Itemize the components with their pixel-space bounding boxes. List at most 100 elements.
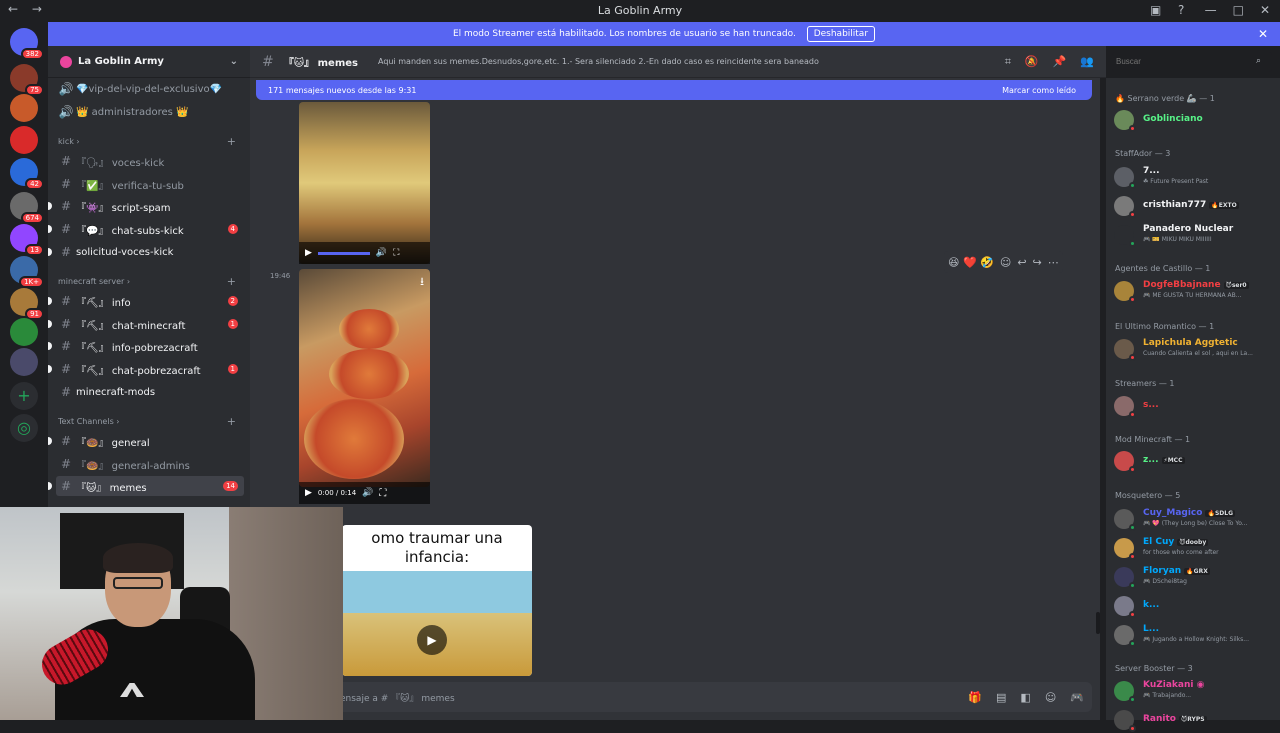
close-window-icon[interactable]: ✕ bbox=[1260, 3, 1270, 17]
channel-chat-minecraft[interactable]: # 『⛏』 chat-minecraft 1 bbox=[48, 314, 244, 334]
member-name: Floryan 🔥GRX bbox=[1143, 566, 1210, 576]
minimize-icon[interactable]: — bbox=[1205, 3, 1217, 17]
emoji-icon[interactable]: ☺ bbox=[1045, 691, 1056, 704]
volume-icon[interactable]: 🔊 bbox=[362, 488, 373, 498]
server-icon[interactable] bbox=[10, 318, 38, 346]
channel-admins[interactable]: 🔊 👑 administradores 👑 bbox=[56, 102, 244, 122]
server-icon[interactable] bbox=[10, 94, 38, 122]
disable-button[interactable]: Deshabilitar bbox=[806, 26, 876, 42]
sticker-icon[interactable]: ◧ bbox=[1020, 691, 1030, 704]
channel-topic[interactable]: Aqui manden sus memes.Desnudos,gore,etc.… bbox=[378, 57, 819, 66]
fullscreen-icon[interactable]: ⛶ bbox=[379, 488, 386, 499]
category-kick[interactable]: kick › + bbox=[58, 135, 242, 149]
member-group: Mosquetero — 5 bbox=[1115, 491, 1181, 500]
member-item[interactable]: KuZiakani ◉ 🎮 Trabajando... bbox=[1114, 678, 1274, 704]
pin-icon[interactable]: 📌 bbox=[1053, 55, 1067, 69]
server-icon[interactable] bbox=[10, 126, 38, 154]
member-item[interactable]: Panadero Nuclear 🎮 🎫 MIKU MIKU MIIIIII bbox=[1114, 222, 1274, 248]
channel-voces-kick[interactable]: # 『🗣』 voces-kick bbox=[56, 151, 244, 171]
gift-icon[interactable]: 🎁 bbox=[968, 691, 982, 704]
window-controls: — □ ✕ bbox=[1205, 3, 1270, 17]
member-item[interactable]: Floryan 🔥GRX 🎮 DSchei8tag bbox=[1114, 564, 1274, 590]
new-messages-bar[interactable]: 171 mensajes nuevos desde las 9:31 Marca… bbox=[256, 80, 1092, 100]
forward-icon[interactable]: ↪ bbox=[1033, 256, 1042, 269]
member-item[interactable]: Lapichula Aggtetic Cuando Calienta el sol… bbox=[1114, 336, 1274, 362]
pizza-video-thumbnail[interactable]: ⭳ bbox=[299, 269, 430, 487]
member-item[interactable]: DogfeBbajnane 😈ser0 🎮 ME GUSTA TU HERMANA … bbox=[1114, 278, 1274, 304]
server-icon[interactable] bbox=[10, 348, 38, 376]
member-item[interactable]: cristhian777 🔥EXTO bbox=[1114, 193, 1274, 219]
member-item[interactable]: 7... ☘ Future Present Past bbox=[1114, 164, 1274, 190]
progress-bar[interactable] bbox=[317, 251, 370, 255]
channel-info-pobrezacraft[interactable]: # 『⛏』 info-pobrezacraft bbox=[48, 336, 244, 356]
reaction-picks[interactable]: 😆 ❤️ 🤣 bbox=[948, 256, 994, 269]
member-item[interactable]: L... 🎮 Jugando a Hollow Knight: Silks... bbox=[1114, 622, 1274, 648]
channel-solicitud[interactable]: # solicitud-voces-kick bbox=[48, 242, 244, 262]
mark-as-read-button[interactable]: Marcar como leído bbox=[1002, 86, 1076, 95]
avatar bbox=[1114, 281, 1136, 303]
scrollbar[interactable] bbox=[1096, 612, 1100, 634]
channel-chat-pobrezacraft[interactable]: # 『⛏』 chat-pobrezacraft 1 bbox=[48, 359, 244, 379]
gif-icon[interactable]: ▤ bbox=[996, 691, 1006, 704]
member-item[interactable]: Goblinciano bbox=[1114, 107, 1274, 133]
category-text-channels[interactable]: Text Channels › + bbox=[58, 415, 242, 429]
notice-text: El modo Streamer está habilitado. Los no… bbox=[452, 29, 796, 39]
add-channel-icon[interactable]: + bbox=[227, 275, 236, 288]
channel-info[interactable]: # 『⛏』 info 2 bbox=[48, 291, 244, 311]
person-hair bbox=[103, 543, 173, 573]
add-channel-icon[interactable]: + bbox=[227, 135, 236, 148]
volume-icon[interactable]: 🔊 bbox=[376, 248, 387, 258]
guild-header[interactable]: La Goblin Army ⌄ bbox=[48, 46, 250, 78]
message-input[interactable]: ensaje a # 『🐱』 memes 🎁 ▤ ◧ ☺ 🎮 bbox=[266, 682, 1092, 712]
channel-general[interactable]: # 『🍩』 general bbox=[48, 431, 244, 451]
avatar bbox=[1114, 681, 1136, 703]
channel-vip[interactable]: 🔊 💎vip-del-vip-del-exclusivo💎 bbox=[56, 79, 244, 99]
member-item[interactable]: k... bbox=[1114, 593, 1274, 619]
server-icon[interactable]: 13 bbox=[10, 224, 44, 256]
server-icon[interactable]: 91 bbox=[10, 288, 44, 320]
channel-chat-subs-kick[interactable]: # 『💬』 chat-subs-kick 4 bbox=[48, 219, 244, 239]
play-icon[interactable]: ▶ bbox=[305, 488, 312, 498]
members-icon[interactable]: 👥 bbox=[1080, 55, 1094, 69]
member-status: for those who come after bbox=[1143, 549, 1219, 556]
more-icon[interactable]: ⋯ bbox=[1048, 256, 1059, 269]
meme-video[interactable]: omo traumar una infancia: ▶ bbox=[342, 525, 532, 676]
channel-script-spam[interactable]: # 『👾』 script-spam bbox=[48, 196, 244, 216]
add-server-icon[interactable]: + bbox=[10, 382, 38, 410]
channel-general-admins[interactable]: # 『🍩』 general-admins bbox=[56, 454, 244, 474]
member-item[interactable]: Ranito 😈RYPS bbox=[1114, 707, 1274, 733]
close-icon[interactable]: ✕ bbox=[1258, 22, 1268, 46]
notifications-icon[interactable]: 🔕 bbox=[1025, 55, 1039, 69]
channel-memes[interactable]: # 『🐱』 memes 14 bbox=[48, 476, 244, 496]
member-item[interactable]: Cuy_Magico 🔥SDLG 🎮 💖 (They Long be) Close … bbox=[1114, 506, 1274, 532]
food-video-thumbnail[interactable] bbox=[299, 102, 430, 264]
threads-icon[interactable]: ⌗ bbox=[1005, 55, 1011, 69]
server-icon[interactable]: 75 bbox=[10, 64, 44, 96]
meme-caption: omo traumar una infancia: bbox=[371, 529, 503, 566]
home-button[interactable]: 382 bbox=[10, 28, 44, 60]
guild-tag: 🔥EXTO bbox=[1209, 202, 1239, 209]
apps-icon[interactable]: 🎮 bbox=[1070, 691, 1084, 704]
discover-icon[interactable]: ◎ bbox=[10, 414, 38, 442]
inbox-icon[interactable]: ▣ bbox=[1150, 3, 1161, 17]
add-reaction-icon[interactable]: ☺ bbox=[1000, 256, 1011, 269]
server-icon[interactable]: 1K+ bbox=[10, 256, 44, 288]
channel-verifica[interactable]: # 『✅』 verifica-tu-sub bbox=[56, 174, 244, 194]
play-icon[interactable]: ▶ bbox=[417, 625, 447, 655]
reply-icon[interactable]: ↩ bbox=[1017, 256, 1026, 269]
member-name: s... bbox=[1143, 400, 1159, 410]
member-item[interactable]: z... ⚡MCC bbox=[1114, 448, 1274, 474]
search-input[interactable] bbox=[1112, 52, 1272, 72]
server-icon[interactable]: 42 bbox=[10, 158, 44, 190]
server-icon[interactable]: 674 bbox=[10, 192, 44, 224]
play-icon[interactable]: ▶ bbox=[305, 248, 312, 258]
category-minecraft[interactable]: minecraft server › + bbox=[58, 275, 242, 289]
member-item[interactable]: s... bbox=[1114, 393, 1274, 419]
add-channel-icon[interactable]: + bbox=[227, 415, 236, 428]
channel-minecraft-mods[interactable]: # minecraft-mods bbox=[56, 382, 244, 402]
download-icon[interactable]: ⭳ bbox=[420, 273, 424, 292]
member-item[interactable]: El Cuy 😈dooby for those who come after bbox=[1114, 535, 1274, 561]
help-icon[interactable]: ? bbox=[1178, 3, 1184, 17]
maximize-icon[interactable]: □ bbox=[1233, 3, 1244, 17]
fullscreen-icon[interactable]: ⛶ bbox=[393, 248, 399, 258]
